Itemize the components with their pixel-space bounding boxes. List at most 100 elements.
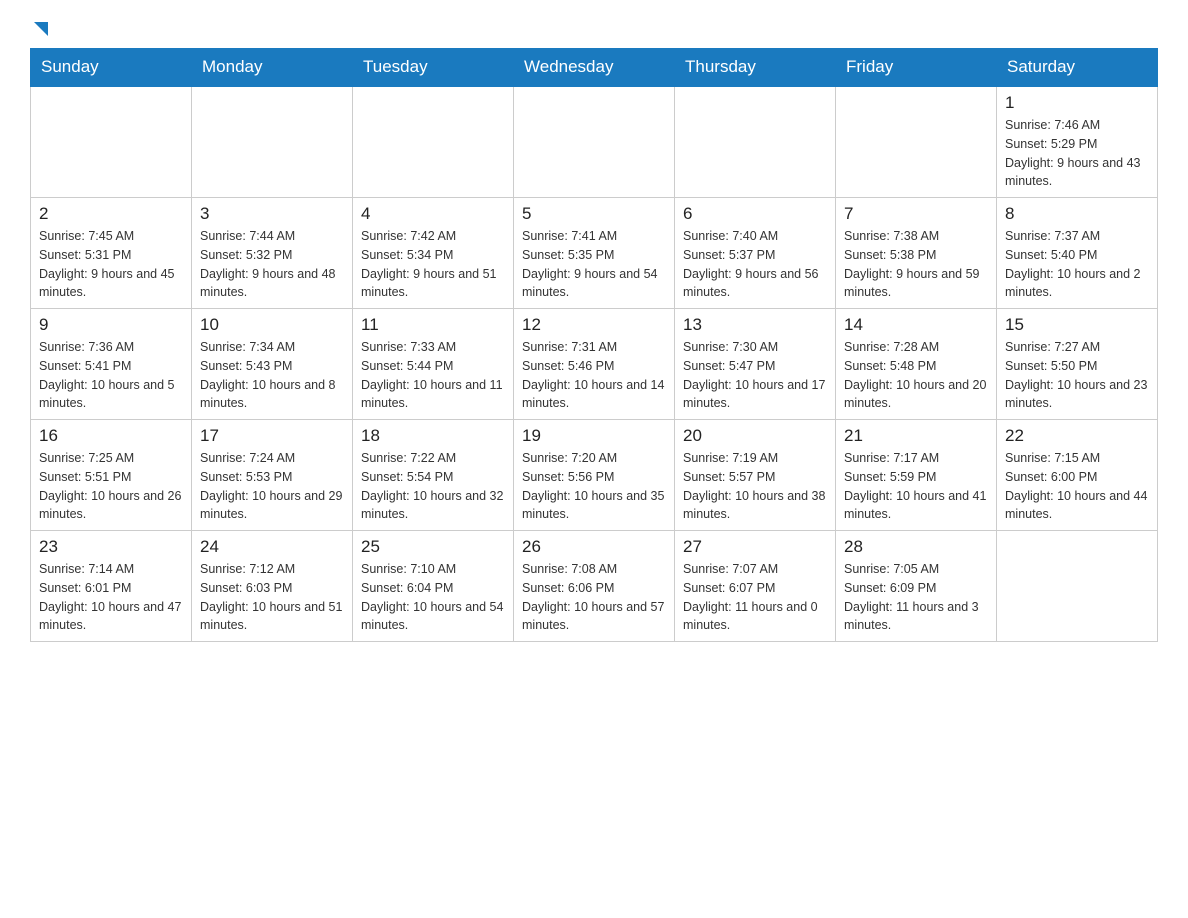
calendar-cell: 23 Sunrise: 7:14 AMSunset: 6:01 PMDayligh… bbox=[31, 531, 192, 642]
day-info: Sunrise: 7:05 AMSunset: 6:09 PMDaylight:… bbox=[844, 560, 988, 635]
day-info: Sunrise: 7:22 AMSunset: 5:54 PMDaylight:… bbox=[361, 449, 505, 524]
calendar-cell: 12 Sunrise: 7:31 AMSunset: 5:46 PMDayligh… bbox=[514, 309, 675, 420]
day-number: 10 bbox=[200, 315, 344, 335]
day-info: Sunrise: 7:15 AMSunset: 6:00 PMDaylight:… bbox=[1005, 449, 1149, 524]
day-number: 24 bbox=[200, 537, 344, 557]
day-number: 11 bbox=[361, 315, 505, 335]
calendar-cell: 9 Sunrise: 7:36 AMSunset: 5:41 PMDaylight… bbox=[31, 309, 192, 420]
calendar-cell: 24 Sunrise: 7:12 AMSunset: 6:03 PMDayligh… bbox=[192, 531, 353, 642]
day-info: Sunrise: 7:33 AMSunset: 5:44 PMDaylight:… bbox=[361, 338, 505, 413]
column-header-friday: Friday bbox=[836, 49, 997, 87]
day-info: Sunrise: 7:30 AMSunset: 5:47 PMDaylight:… bbox=[683, 338, 827, 413]
calendar-cell: 6Sunrise: 7:40 AMSunset: 5:37 PMDaylight… bbox=[675, 198, 836, 309]
calendar-cell bbox=[31, 86, 192, 198]
calendar-header-row: SundayMondayTuesdayWednesdayThursdayFrid… bbox=[31, 49, 1158, 87]
calendar-cell: 17 Sunrise: 7:24 AMSunset: 5:53 PMDayligh… bbox=[192, 420, 353, 531]
day-info: Sunrise: 7:31 AMSunset: 5:46 PMDaylight:… bbox=[522, 338, 666, 413]
logo-triangle-icon bbox=[32, 20, 50, 38]
day-info: Sunrise: 7:36 AMSunset: 5:41 PMDaylight:… bbox=[39, 338, 183, 413]
calendar-cell: 26 Sunrise: 7:08 AMSunset: 6:06 PMDayligh… bbox=[514, 531, 675, 642]
day-info: Sunrise: 7:12 AMSunset: 6:03 PMDaylight:… bbox=[200, 560, 344, 635]
column-header-tuesday: Tuesday bbox=[353, 49, 514, 87]
column-header-sunday: Sunday bbox=[31, 49, 192, 87]
day-info: Sunrise: 7:17 AMSunset: 5:59 PMDaylight:… bbox=[844, 449, 988, 524]
day-number: 21 bbox=[844, 426, 988, 446]
day-info: Sunrise: 7:20 AMSunset: 5:56 PMDaylight:… bbox=[522, 449, 666, 524]
page-header bbox=[30, 20, 1158, 38]
day-info: Sunrise: 7:44 AMSunset: 5:32 PMDaylight:… bbox=[200, 227, 344, 302]
calendar-cell: 15 Sunrise: 7:27 AMSunset: 5:50 PMDayligh… bbox=[997, 309, 1158, 420]
calendar-cell: 18 Sunrise: 7:22 AMSunset: 5:54 PMDayligh… bbox=[353, 420, 514, 531]
day-number: 22 bbox=[1005, 426, 1149, 446]
day-info: Sunrise: 7:37 AMSunset: 5:40 PMDaylight:… bbox=[1005, 227, 1149, 302]
calendar-cell: 22 Sunrise: 7:15 AMSunset: 6:00 PMDayligh… bbox=[997, 420, 1158, 531]
calendar-cell bbox=[514, 86, 675, 198]
day-info: Sunrise: 7:08 AMSunset: 6:06 PMDaylight:… bbox=[522, 560, 666, 635]
calendar-cell: 27 Sunrise: 7:07 AMSunset: 6:07 PMDayligh… bbox=[675, 531, 836, 642]
day-number: 13 bbox=[683, 315, 827, 335]
day-number: 3 bbox=[200, 204, 344, 224]
calendar-cell bbox=[997, 531, 1158, 642]
calendar-cell: 5 Sunrise: 7:41 AMSunset: 5:35 PMDaylight… bbox=[514, 198, 675, 309]
calendar-week-row: 16 Sunrise: 7:25 AMSunset: 5:51 PMDayligh… bbox=[31, 420, 1158, 531]
day-number: 16 bbox=[39, 426, 183, 446]
calendar-cell: 19 Sunrise: 7:20 AMSunset: 5:56 PMDayligh… bbox=[514, 420, 675, 531]
day-number: 26 bbox=[522, 537, 666, 557]
day-number: 5 bbox=[522, 204, 666, 224]
day-number: 18 bbox=[361, 426, 505, 446]
calendar-cell: 2Sunrise: 7:45 AMSunset: 5:31 PMDaylight… bbox=[31, 198, 192, 309]
calendar-cell: 13 Sunrise: 7:30 AMSunset: 5:47 PMDayligh… bbox=[675, 309, 836, 420]
calendar-cell bbox=[192, 86, 353, 198]
calendar-cell: 28Sunrise: 7:05 AMSunset: 6:09 PMDayligh… bbox=[836, 531, 997, 642]
column-header-saturday: Saturday bbox=[997, 49, 1158, 87]
day-number: 23 bbox=[39, 537, 183, 557]
day-info: Sunrise: 7:10 AMSunset: 6:04 PMDaylight:… bbox=[361, 560, 505, 635]
day-number: 1 bbox=[1005, 93, 1149, 113]
calendar-week-row: 1 Sunrise: 7:46 AMSunset: 5:29 PMDaylight… bbox=[31, 86, 1158, 198]
day-info: Sunrise: 7:41 AMSunset: 5:35 PMDaylight:… bbox=[522, 227, 666, 302]
day-number: 27 bbox=[683, 537, 827, 557]
calendar-cell: 16 Sunrise: 7:25 AMSunset: 5:51 PMDayligh… bbox=[31, 420, 192, 531]
calendar-cell: 21 Sunrise: 7:17 AMSunset: 5:59 PMDayligh… bbox=[836, 420, 997, 531]
day-number: 15 bbox=[1005, 315, 1149, 335]
calendar-cell: 8 Sunrise: 7:37 AMSunset: 5:40 PMDaylight… bbox=[997, 198, 1158, 309]
day-number: 6 bbox=[683, 204, 827, 224]
calendar-week-row: 2Sunrise: 7:45 AMSunset: 5:31 PMDaylight… bbox=[31, 198, 1158, 309]
day-number: 20 bbox=[683, 426, 827, 446]
day-number: 8 bbox=[1005, 204, 1149, 224]
day-info: Sunrise: 7:27 AMSunset: 5:50 PMDaylight:… bbox=[1005, 338, 1149, 413]
day-number: 19 bbox=[522, 426, 666, 446]
day-info: Sunrise: 7:19 AMSunset: 5:57 PMDaylight:… bbox=[683, 449, 827, 524]
day-info: Sunrise: 7:14 AMSunset: 6:01 PMDaylight:… bbox=[39, 560, 183, 635]
column-header-monday: Monday bbox=[192, 49, 353, 87]
calendar-week-row: 23 Sunrise: 7:14 AMSunset: 6:01 PMDayligh… bbox=[31, 531, 1158, 642]
calendar-cell: 20 Sunrise: 7:19 AMSunset: 5:57 PMDayligh… bbox=[675, 420, 836, 531]
calendar-cell bbox=[353, 86, 514, 198]
day-info: Sunrise: 7:42 AMSunset: 5:34 PMDaylight:… bbox=[361, 227, 505, 302]
day-number: 14 bbox=[844, 315, 988, 335]
day-info: Sunrise: 7:38 AMSunset: 5:38 PMDaylight:… bbox=[844, 227, 988, 302]
calendar-table: SundayMondayTuesdayWednesdayThursdayFrid… bbox=[30, 48, 1158, 642]
day-info: Sunrise: 7:07 AMSunset: 6:07 PMDaylight:… bbox=[683, 560, 827, 635]
day-info: Sunrise: 7:45 AMSunset: 5:31 PMDaylight:… bbox=[39, 227, 183, 302]
day-number: 17 bbox=[200, 426, 344, 446]
day-number: 9 bbox=[39, 315, 183, 335]
day-info: Sunrise: 7:34 AMSunset: 5:43 PMDaylight:… bbox=[200, 338, 344, 413]
day-number: 25 bbox=[361, 537, 505, 557]
calendar-cell: 3 Sunrise: 7:44 AMSunset: 5:32 PMDaylight… bbox=[192, 198, 353, 309]
logo bbox=[30, 20, 50, 38]
day-info: Sunrise: 7:28 AMSunset: 5:48 PMDaylight:… bbox=[844, 338, 988, 413]
calendar-cell: 10 Sunrise: 7:34 AMSunset: 5:43 PMDayligh… bbox=[192, 309, 353, 420]
calendar-cell: 7Sunrise: 7:38 AMSunset: 5:38 PMDaylight… bbox=[836, 198, 997, 309]
day-number: 12 bbox=[522, 315, 666, 335]
calendar-cell: 4Sunrise: 7:42 AMSunset: 5:34 PMDaylight… bbox=[353, 198, 514, 309]
day-info: Sunrise: 7:24 AMSunset: 5:53 PMDaylight:… bbox=[200, 449, 344, 524]
calendar-cell: 11 Sunrise: 7:33 AMSunset: 5:44 PMDayligh… bbox=[353, 309, 514, 420]
column-header-thursday: Thursday bbox=[675, 49, 836, 87]
calendar-cell: 1 Sunrise: 7:46 AMSunset: 5:29 PMDaylight… bbox=[997, 86, 1158, 198]
day-info: Sunrise: 7:46 AMSunset: 5:29 PMDaylight:… bbox=[1005, 116, 1149, 191]
calendar-cell bbox=[675, 86, 836, 198]
calendar-week-row: 9 Sunrise: 7:36 AMSunset: 5:41 PMDaylight… bbox=[31, 309, 1158, 420]
column-header-wednesday: Wednesday bbox=[514, 49, 675, 87]
day-info: Sunrise: 7:25 AMSunset: 5:51 PMDaylight:… bbox=[39, 449, 183, 524]
